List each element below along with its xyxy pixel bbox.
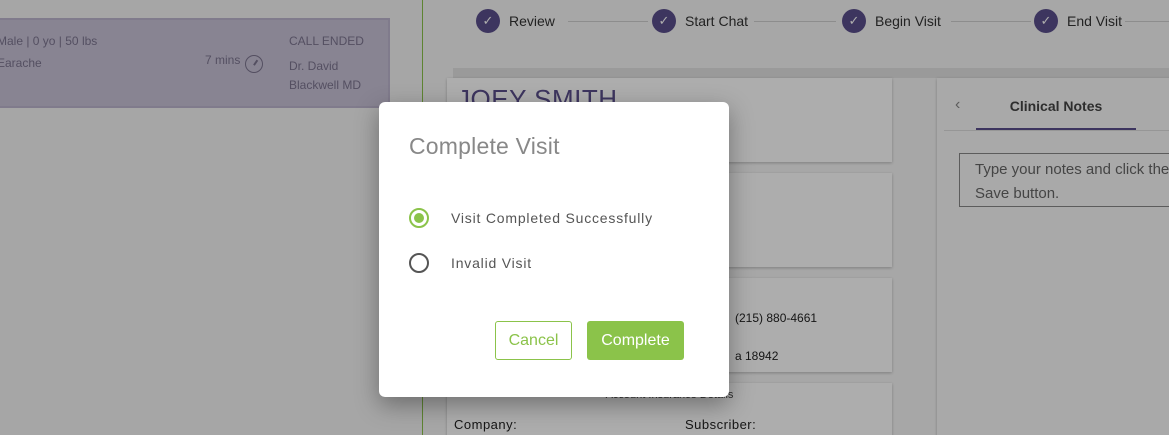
dialog-title: Complete Visit	[409, 133, 560, 159]
option-invalid-visit[interactable]: Invalid Visit	[409, 253, 532, 273]
radio-unchecked-icon[interactable]	[409, 253, 429, 273]
option-visit-completed[interactable]: Visit Completed Successfully	[409, 208, 653, 228]
complete-visit-dialog: Complete Visit Visit Completed Successfu…	[379, 102, 729, 397]
complete-button[interactable]: Complete	[587, 321, 684, 360]
option-label: Invalid Visit	[451, 255, 532, 271]
cancel-button[interactable]: Cancel	[495, 321, 572, 360]
option-label: Visit Completed Successfully	[451, 210, 653, 226]
radio-checked-icon[interactable]	[409, 208, 429, 228]
